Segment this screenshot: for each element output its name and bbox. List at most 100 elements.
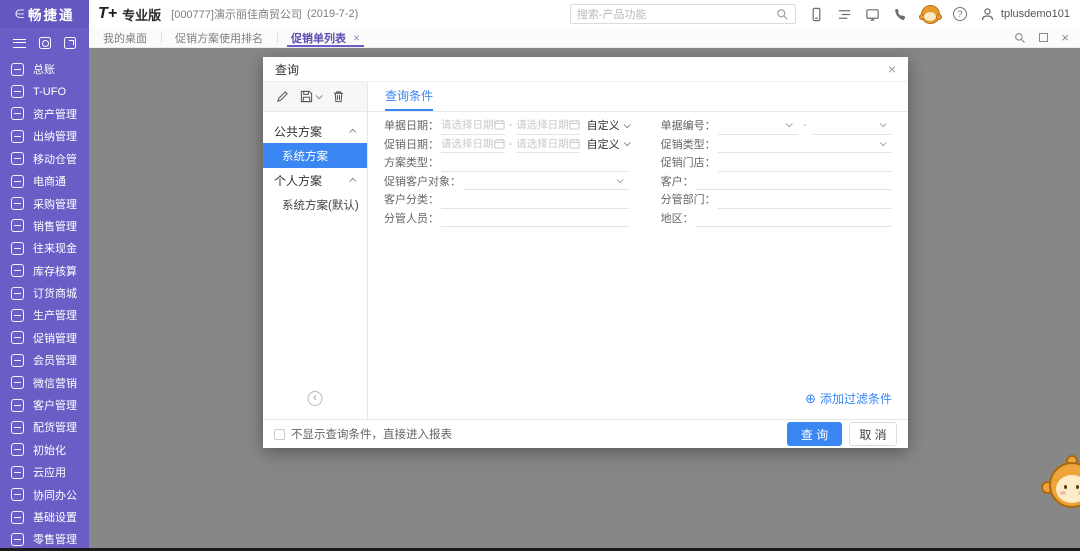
public-scheme-header[interactable]: 公共方案 bbox=[263, 119, 367, 143]
bill-date-preset-dropdown[interactable]: 自定义 bbox=[587, 117, 629, 133]
sidebar-item-distribution-mgmt[interactable]: 配货管理 bbox=[0, 416, 89, 438]
edit-scheme-icon[interactable] bbox=[276, 90, 289, 103]
product-search-input[interactable]: 搜索-产品功能 bbox=[570, 4, 796, 24]
personal-scheme-header[interactable]: 个人方案 bbox=[263, 168, 367, 192]
sidebar-item-asset-mgmt[interactable]: 资产管理 bbox=[0, 103, 89, 125]
scheme-item-system[interactable]: 系统方案 bbox=[263, 143, 367, 168]
fullscreen-icon[interactable] bbox=[1039, 33, 1048, 42]
module-icon bbox=[11, 533, 24, 546]
bill-date-from-input[interactable]: 请选择日期 bbox=[441, 116, 505, 135]
tabbar-tools: × bbox=[1014, 31, 1080, 44]
mobile-app-icon[interactable] bbox=[809, 7, 824, 22]
calendar-icon[interactable] bbox=[494, 119, 505, 130]
menu-icon[interactable] bbox=[13, 39, 26, 48]
bill-number-from-select[interactable] bbox=[718, 116, 798, 135]
add-filter-button[interactable]: ⊕ 添加过滤条件 bbox=[805, 390, 892, 407]
top-header: T+ 专业版 [000777]演示丽佳商贸公司 (2019-7-2) 搜索-产品… bbox=[89, 0, 1080, 28]
sidebar-item-general-ledger[interactable]: 总账 bbox=[0, 58, 89, 80]
save-dropdown-icon[interactable] bbox=[316, 92, 323, 99]
save-scheme-button[interactable] bbox=[300, 90, 321, 103]
region-input[interactable] bbox=[696, 209, 892, 228]
delete-scheme-icon[interactable] bbox=[332, 90, 345, 103]
query-button[interactable]: 查 询 bbox=[787, 422, 842, 446]
sidebar-quick-icons bbox=[0, 31, 89, 55]
footer-buttons: 查 询 取 消 bbox=[787, 422, 897, 446]
sidebar-item-basic-settings[interactable]: 基础设置 bbox=[0, 506, 89, 528]
sidebar-item-member-mgmt[interactable]: 会员管理 bbox=[0, 349, 89, 371]
sidebar-item-order-mall[interactable]: 订货商城 bbox=[0, 282, 89, 304]
sidebar-item-current-cash[interactable]: 往来现金 bbox=[0, 237, 89, 259]
module-icon bbox=[11, 242, 24, 255]
bill-number-to-select[interactable] bbox=[812, 116, 892, 135]
sidebar-item-production-mgmt[interactable]: 生产管理 bbox=[0, 304, 89, 326]
bill-date-to-input[interactable]: 请选择日期 bbox=[516, 116, 580, 135]
module-icon bbox=[11, 152, 24, 165]
row-responsible-person: 分管人员： bbox=[384, 209, 629, 228]
calendar-icon[interactable] bbox=[494, 138, 505, 149]
collapse-icon[interactable] bbox=[349, 128, 356, 135]
scheme-item-system-default[interactable]: 系统方案(默认) bbox=[263, 192, 367, 217]
promo-store-input[interactable] bbox=[718, 153, 892, 172]
tab-promotion-order-list[interactable]: 促销单列表 × bbox=[277, 28, 374, 47]
promo-type-select[interactable] bbox=[718, 135, 892, 154]
tab-my-desktop[interactable]: 我的桌面 bbox=[89, 28, 161, 47]
promo-date-preset-dropdown[interactable]: 自定义 bbox=[587, 136, 629, 152]
module-icon bbox=[11, 63, 24, 76]
responsible-person-input[interactable] bbox=[441, 209, 629, 228]
skip-conditions-checkbox[interactable] bbox=[274, 429, 285, 440]
cancel-button[interactable]: 取 消 bbox=[849, 422, 897, 446]
sidebar-item-sales-mgmt[interactable]: 销售管理 bbox=[0, 215, 89, 237]
collapse-icon[interactable] bbox=[349, 177, 356, 184]
panel-collapse-button[interactable]: ‹ bbox=[308, 391, 323, 406]
sidebar-item-cloud-apps[interactable]: 云应用 bbox=[0, 461, 89, 483]
mascot-peek[interactable] bbox=[1042, 455, 1080, 515]
dialog-close-icon[interactable]: × bbox=[888, 61, 896, 77]
customer-input[interactable] bbox=[696, 172, 892, 191]
dialog-footer: 不显示查询条件，直接进入报表 查 询 取 消 bbox=[263, 419, 908, 448]
username[interactable]: tplusdemo101 bbox=[1001, 8, 1070, 20]
help-icon[interactable]: ? bbox=[953, 7, 967, 21]
app-logo[interactable]: ∈ 畅捷通 bbox=[0, 0, 89, 28]
sidebar-item-inventory-accounting[interactable]: 库存核算 bbox=[0, 260, 89, 282]
header-actions: 搜索-产品功能 ? bbox=[570, 4, 1070, 24]
mascot-icon[interactable] bbox=[921, 5, 940, 24]
message-monitor-icon[interactable] bbox=[865, 7, 880, 22]
content-area: 查询 × bbox=[89, 48, 1080, 551]
module-icon bbox=[11, 309, 24, 322]
tab-promotion-ranking[interactable]: 促销方案使用排名 bbox=[161, 28, 277, 47]
promo-date-from-input[interactable]: 请选择日期 bbox=[441, 135, 505, 154]
promo-date-to-input[interactable]: 请选择日期 bbox=[516, 135, 580, 154]
promo-customer-target-select[interactable] bbox=[463, 172, 629, 191]
calendar-icon[interactable] bbox=[569, 119, 580, 130]
find-module-icon[interactable] bbox=[39, 37, 51, 49]
row-region: 地区： bbox=[661, 209, 892, 228]
task-list-icon[interactable] bbox=[837, 7, 852, 22]
calendar-icon[interactable] bbox=[569, 138, 580, 149]
sidebar-item-cashier-mgmt[interactable]: 出纳管理 bbox=[0, 125, 89, 147]
sidebar-item-purchase-mgmt[interactable]: 采购管理 bbox=[0, 192, 89, 214]
user-icon[interactable] bbox=[980, 7, 995, 22]
sidebar-item-ecommerce[interactable]: 电商通 bbox=[0, 170, 89, 192]
tab-close-icon[interactable]: × bbox=[353, 31, 360, 45]
search-page-icon[interactable] bbox=[1014, 32, 1026, 44]
sidebar-item-collaboration[interactable]: 协同办公 bbox=[0, 483, 89, 505]
department-input[interactable] bbox=[718, 190, 892, 209]
search-icon[interactable] bbox=[776, 8, 789, 21]
module-icon bbox=[11, 287, 24, 300]
customer-class-input[interactable] bbox=[441, 190, 629, 209]
close-page-icon[interactable]: × bbox=[1061, 31, 1069, 44]
phone-icon[interactable] bbox=[893, 7, 908, 22]
module-icon bbox=[11, 85, 24, 98]
tab-query-conditions[interactable]: 查询条件 bbox=[385, 87, 433, 111]
sidebar-item-initialization[interactable]: 初始化 bbox=[0, 439, 89, 461]
sidebar-item-mobile-warehouse[interactable]: 移动仓管 bbox=[0, 148, 89, 170]
sidebar-item-customer-mgmt[interactable]: 客户管理 bbox=[0, 394, 89, 416]
scheme-type-input[interactable] bbox=[441, 153, 629, 172]
sidebar-item-wechat-marketing[interactable]: 微信营销 bbox=[0, 371, 89, 393]
sidebar-item-t-ufo[interactable]: T-UFO bbox=[0, 80, 89, 102]
chevron-down-icon bbox=[880, 121, 887, 128]
new-window-icon[interactable] bbox=[64, 37, 76, 49]
form-right-column: 单据编号： - 促销类型： 促销门店： bbox=[661, 116, 892, 227]
search-placeholder: 搜索-产品功能 bbox=[577, 6, 776, 22]
sidebar-item-promotion-mgmt[interactable]: 促销管理 bbox=[0, 327, 89, 349]
